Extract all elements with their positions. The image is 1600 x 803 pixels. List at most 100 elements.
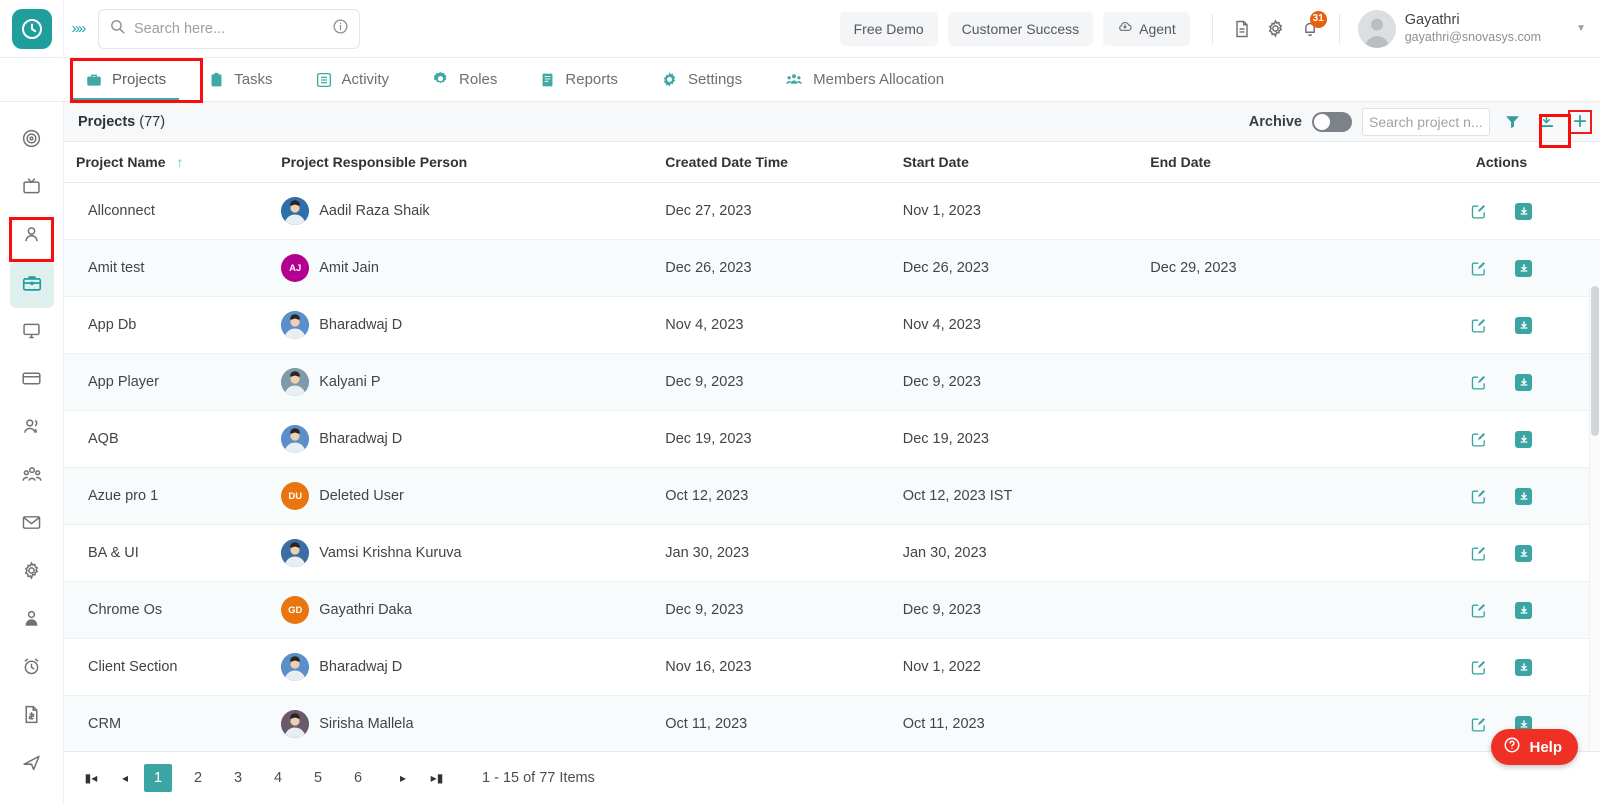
cell-responsible-person: DUDeleted User xyxy=(281,468,665,525)
divider-1 xyxy=(1212,14,1213,44)
user-menu[interactable]: Gayathri gayathri@snovasys.com ▼ xyxy=(1358,10,1586,48)
edit-icon[interactable] xyxy=(1470,374,1487,391)
funnel-icon[interactable] xyxy=(1500,110,1524,134)
sidebar-item-timer[interactable] xyxy=(10,646,54,692)
logo-container[interactable] xyxy=(0,0,64,58)
table-row[interactable]: Amit testAJAmit JainDec 26, 2023Dec 26, … xyxy=(64,240,1600,297)
archive-download-icon[interactable] xyxy=(1515,602,1532,619)
sidebar-item-projects[interactable] xyxy=(10,262,54,308)
sidebar-item-settings[interactable] xyxy=(10,550,54,596)
tab-projects-label: Projects xyxy=(112,71,166,88)
info-icon[interactable] xyxy=(332,18,349,40)
search-input[interactable] xyxy=(134,21,324,37)
col-created-date[interactable]: Created Date Time xyxy=(665,142,902,183)
last-page-icon[interactable]: ▸▮ xyxy=(422,764,452,792)
sidebar-item-dashboard[interactable] xyxy=(10,118,54,164)
help-button[interactable]: Help xyxy=(1491,729,1578,765)
sidebar-item-profile[interactable] xyxy=(10,214,54,260)
page-3-button[interactable]: 3 xyxy=(224,764,252,792)
table-body: Allconnect Aadil Raza ShaikDec 27, 2023N… xyxy=(64,183,1600,752)
download-icon[interactable] xyxy=(1534,110,1558,134)
global-search[interactable] xyxy=(98,9,360,49)
archive-download-icon[interactable] xyxy=(1515,488,1532,505)
edit-icon[interactable] xyxy=(1470,317,1487,334)
table-row[interactable]: CRM Sirisha MallelaOct 11, 2023Oct 11, 2… xyxy=(64,696,1600,752)
col-end-date[interactable]: End Date xyxy=(1150,142,1403,183)
pagination: ▮◂ ◂ 123456 ▸ ▸▮ 1 - 15 of 77 Items xyxy=(64,751,1600,803)
divider-2 xyxy=(1339,14,1340,44)
project-search-input[interactable] xyxy=(1362,108,1490,136)
archive-toggle[interactable] xyxy=(1312,112,1352,132)
archive-download-icon[interactable] xyxy=(1515,317,1532,334)
page-5-button[interactable]: 5 xyxy=(304,764,332,792)
col-start-date[interactable]: Start Date xyxy=(903,142,1151,183)
tab-projects[interactable]: Projects xyxy=(64,58,187,101)
table-row[interactable]: Chrome OsGDGayathri DakaDec 9, 2023Dec 9… xyxy=(64,582,1600,639)
archive-download-icon[interactable] xyxy=(1515,203,1532,220)
archive-download-icon[interactable] xyxy=(1515,545,1532,562)
scrollbar-thumb[interactable] xyxy=(1591,286,1599,436)
page-1-button[interactable]: 1 xyxy=(144,764,172,792)
sidebar-item-employee[interactable] xyxy=(10,598,54,644)
projects-table-container: Project Name ↑ Project Responsible Perso… xyxy=(64,142,1600,751)
sidebar-item-send[interactable] xyxy=(10,742,54,788)
customer-success-button[interactable]: Customer Success xyxy=(948,12,1093,46)
document-icon[interactable] xyxy=(1225,12,1259,46)
vertical-scrollbar[interactable] xyxy=(1589,286,1600,751)
avatar xyxy=(281,311,309,339)
archive-download-icon[interactable] xyxy=(1515,260,1532,277)
table-row[interactable]: AQB Bharadwaj DDec 19, 2023Dec 19, 2023 xyxy=(64,411,1600,468)
free-demo-button[interactable]: Free Demo xyxy=(840,12,938,46)
table-row[interactable]: Allconnect Aadil Raza ShaikDec 27, 2023N… xyxy=(64,183,1600,240)
edit-icon[interactable] xyxy=(1470,488,1487,505)
tab-settings[interactable]: Settings xyxy=(639,58,763,101)
table-row[interactable]: App Player Kalyani PDec 9, 2023Dec 9, 20… xyxy=(64,354,1600,411)
table-row[interactable]: Client Section Bharadwaj DNov 16, 2023No… xyxy=(64,639,1600,696)
sidebar-item-monitor[interactable] xyxy=(10,310,54,356)
table-row[interactable]: BA & UI Vamsi Krishna KuruvaJan 30, 2023… xyxy=(64,525,1600,582)
edit-icon[interactable] xyxy=(1470,716,1487,733)
sidebar-item-teams[interactable] xyxy=(10,454,54,500)
col-responsible-person[interactable]: Project Responsible Person xyxy=(281,142,665,183)
archive-download-icon[interactable] xyxy=(1515,374,1532,391)
sidebar-item-billing[interactable] xyxy=(10,358,54,404)
page-4-button[interactable]: 4 xyxy=(264,764,292,792)
cell-created-date: Nov 4, 2023 xyxy=(665,297,902,354)
tab-activity[interactable]: Activity xyxy=(294,58,411,101)
edit-icon[interactable] xyxy=(1470,545,1487,562)
gear-icon[interactable] xyxy=(1259,12,1293,46)
page-2-button[interactable]: 2 xyxy=(184,764,212,792)
sidebar-item-tv[interactable] xyxy=(10,166,54,212)
edit-icon[interactable] xyxy=(1470,203,1487,220)
tab-members-allocation[interactable]: Members Allocation xyxy=(763,58,965,101)
tab-tasks[interactable]: Tasks xyxy=(187,58,293,101)
edit-icon[interactable] xyxy=(1470,602,1487,619)
prev-page-icon[interactable]: ◂ xyxy=(110,764,140,792)
tab-roles[interactable]: Roles xyxy=(410,58,518,101)
col-project-name[interactable]: Project Name ↑ xyxy=(64,142,281,183)
archive-download-icon[interactable] xyxy=(1515,431,1532,448)
cell-created-date: Oct 11, 2023 xyxy=(665,696,902,752)
page-6-button[interactable]: 6 xyxy=(344,764,372,792)
edit-icon[interactable] xyxy=(1470,659,1487,676)
table-row[interactable]: App Db Bharadwaj DNov 4, 2023Nov 4, 2023 xyxy=(64,297,1600,354)
next-page-icon[interactable]: ▸ xyxy=(388,764,418,792)
sidebar-item-mail[interactable] xyxy=(10,502,54,548)
help-label: Help xyxy=(1529,739,1562,756)
edit-icon[interactable] xyxy=(1470,260,1487,277)
edit-icon[interactable] xyxy=(1470,431,1487,448)
agent-button[interactable]: Agent xyxy=(1103,12,1190,46)
arrow-up-icon[interactable]: ↑ xyxy=(176,154,183,170)
table-row[interactable]: Azue pro 1DUDeleted UserOct 12, 2023Oct … xyxy=(64,468,1600,525)
avatar: DU xyxy=(281,482,309,510)
chevrons-right-icon[interactable]: »» xyxy=(64,20,92,37)
first-page-icon[interactable]: ▮◂ xyxy=(76,764,106,792)
add-project-button[interactable]: + xyxy=(1568,110,1592,134)
archive-download-icon[interactable] xyxy=(1515,659,1532,676)
sidebar-item-invoice[interactable] xyxy=(10,694,54,740)
tab-reports[interactable]: Reports xyxy=(518,58,639,101)
bell-icon[interactable]: 31 xyxy=(1293,12,1327,46)
chevron-down-icon[interactable]: ▼ xyxy=(1576,23,1586,34)
clock-logo-icon[interactable] xyxy=(12,9,52,49)
sidebar-item-users[interactable] xyxy=(10,406,54,452)
